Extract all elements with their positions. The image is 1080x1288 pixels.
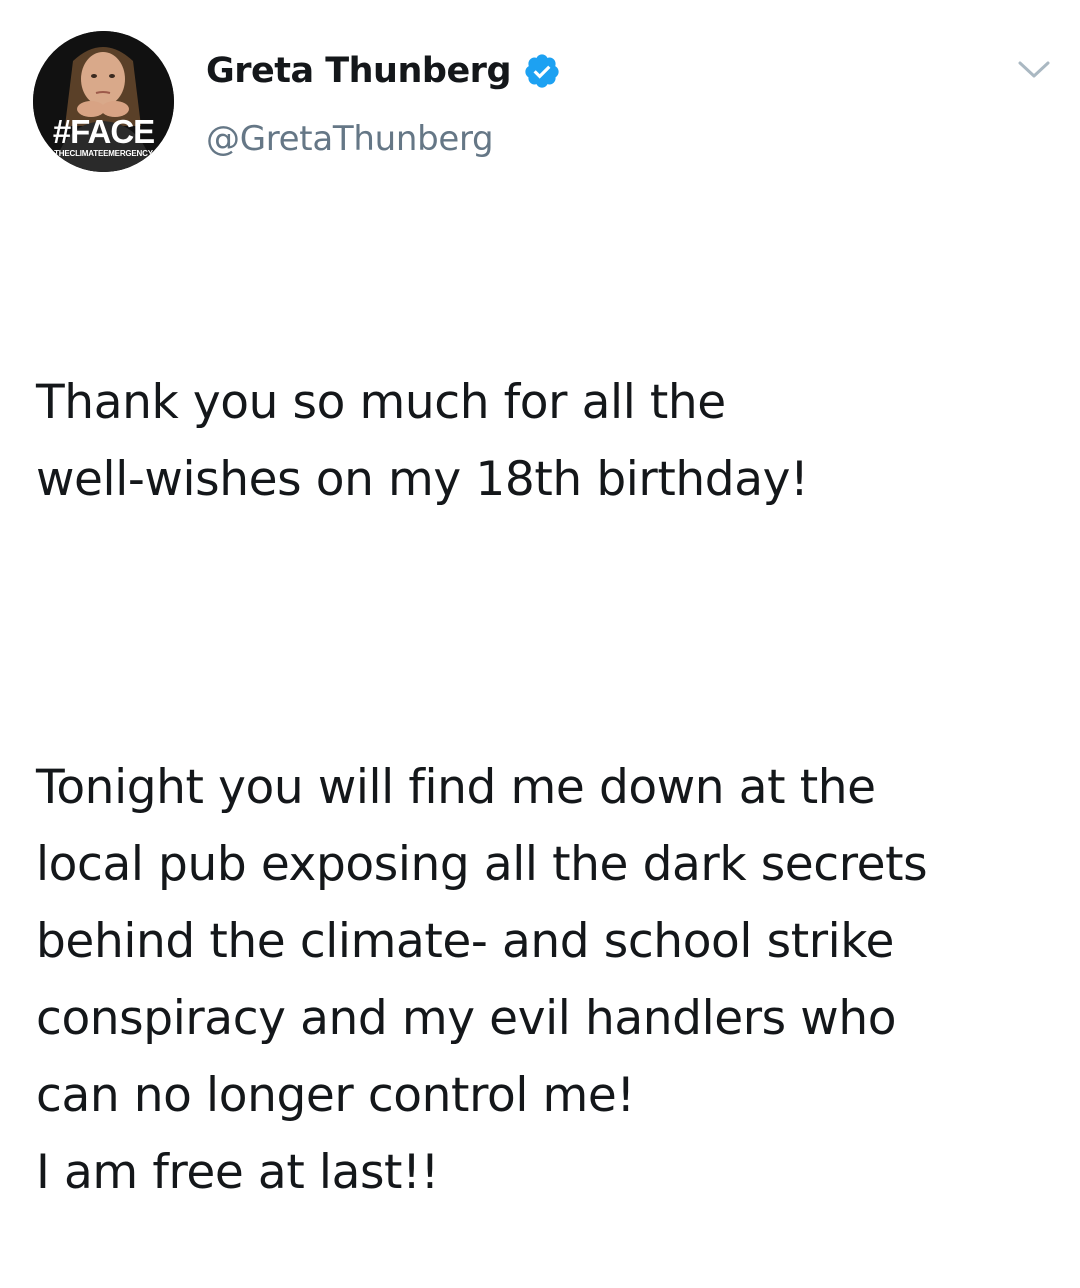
chevron-down-icon[interactable] (1016, 58, 1052, 82)
tweet-line: can no longer control me! (36, 1068, 635, 1123)
tweet-card: #FACE THECLIMATEEMERGENCY Greta Thunberg… (0, 0, 1080, 1200)
tweet-line: Tonight you will find me down at the (36, 760, 876, 815)
tweet-paragraph: Thank you so much for all the well-wishes… (36, 287, 1066, 518)
author-display-name[interactable]: Greta Thunberg (206, 48, 512, 94)
tweet-line: conspiracy and my evil handlers who (36, 991, 897, 1046)
author-handle[interactable]: @GretaThunberg (206, 116, 494, 162)
tweet-text: Thank you so much for all the well-wishes… (36, 210, 1066, 1288)
tweet-line: local pub exposing all the dark secrets (36, 837, 928, 892)
tweet-paragraph: Tonight you will find me down at the loca… (36, 672, 1066, 1211)
tweet-line: well-wishes on my 18th birthday! (36, 452, 809, 507)
verified-badge-icon (523, 52, 561, 90)
author-name-row: Greta Thunberg (206, 48, 561, 94)
tweet-line: behind the climate- and school strike (36, 914, 894, 969)
avatar[interactable]: #FACE THECLIMATEEMERGENCY (33, 31, 174, 172)
tweet-line: Thank you so much for all the (36, 375, 726, 430)
avatar-overlay-title: #FACE (52, 113, 155, 150)
tweet-line: I am free at last!! (36, 1145, 439, 1200)
avatar-overlay-subtitle: THECLIMATEEMERGENCY (54, 149, 153, 158)
